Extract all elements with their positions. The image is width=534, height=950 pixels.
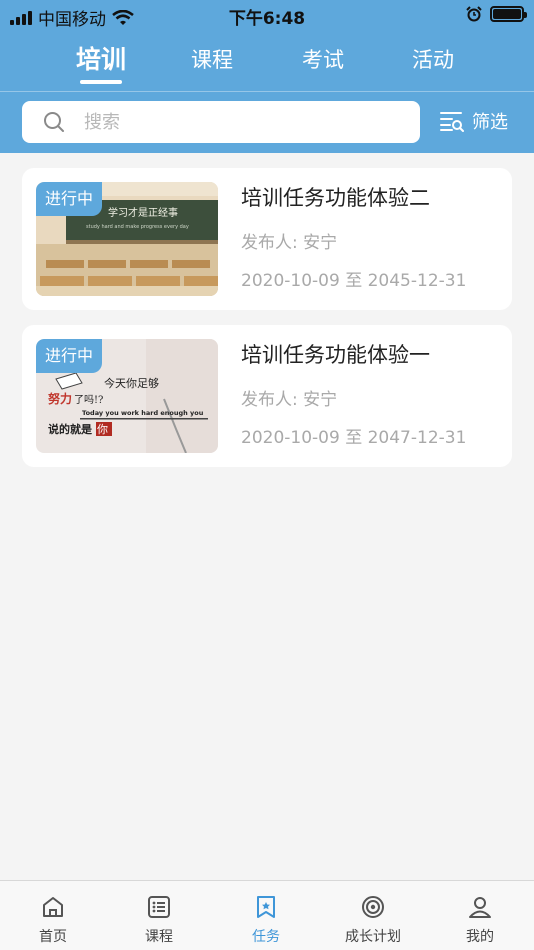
profile-icon — [469, 897, 491, 918]
tabbar-label: 任务 — [252, 929, 280, 945]
card-title: 培训任务功能体验一 — [241, 343, 430, 367]
tabbar-label: 我的 — [466, 929, 494, 945]
filter-button[interactable]: 筛选 — [440, 108, 508, 134]
tabbar-course[interactable]: 课程 — [106, 881, 212, 950]
tab-activity[interactable]: 活动 — [378, 40, 488, 80]
tab-course[interactable]: 课程 — [157, 40, 267, 80]
search-icon — [44, 112, 64, 132]
svg-text:Today you work hard enough you: Today you work hard enough you — [82, 409, 204, 417]
tab-training[interactable]: 培训 — [46, 40, 156, 84]
card-dates: 2020-10-09 至 2045-12-31 — [241, 271, 467, 291]
svg-text:努力: 努力 — [48, 391, 72, 406]
svg-text:你: 你 — [97, 423, 108, 436]
card-publisher: 发布人: 安宁 — [241, 233, 338, 253]
divider — [0, 91, 534, 92]
tabbar-profile[interactable]: 我的 — [427, 881, 533, 950]
training-thumbnail: 学习才是正经事 study hard and make progress eve… — [36, 182, 218, 296]
svg-text:了吗!?: 了吗!? — [74, 394, 103, 406]
tabbar-label: 成长计划 — [345, 929, 401, 945]
tab-label: 活动 — [412, 48, 454, 72]
header: 中国移动 下午6:48 培训 课程 考试 活动 搜索 筛选 — [0, 0, 534, 153]
alarm-icon — [466, 6, 482, 22]
svg-text:study hard and make progress e: study hard and make progress every day — [86, 224, 189, 230]
filter-icon — [440, 112, 464, 132]
tabbar-task[interactable]: 任务 — [213, 881, 319, 950]
search-input[interactable] — [84, 111, 384, 133]
tab-label: 考试 — [302, 48, 344, 72]
clock: 下午6:48 — [228, 9, 306, 29]
training-card[interactable]: 今天你足够 努力 了吗!? Today you work hard enough… — [22, 325, 512, 467]
tabbar-label: 课程 — [145, 929, 173, 945]
task-bookmark-icon — [257, 896, 275, 918]
course-list-icon — [148, 896, 170, 918]
search-box[interactable] — [22, 101, 420, 143]
svg-text:学习才是正经事: 学习才是正经事 — [108, 206, 178, 219]
status-badge: 进行中 — [36, 339, 103, 373]
tabbar-growth-plan[interactable]: 成长计划 — [320, 881, 426, 950]
training-card[interactable]: 学习才是正经事 study hard and make progress eve… — [22, 168, 512, 310]
tab-label: 课程 — [191, 48, 233, 72]
card-publisher: 发布人: 安宁 — [241, 390, 338, 410]
tab-label: 培训 — [75, 45, 126, 74]
card-dates: 2020-10-09 至 2047-12-31 — [241, 428, 467, 448]
status-badge: 进行中 — [36, 182, 103, 216]
tabbar-label: 首页 — [39, 929, 67, 945]
battery-icon — [490, 6, 527, 22]
tab-exam[interactable]: 考试 — [268, 40, 378, 80]
card-title: 培训任务功能体验二 — [241, 186, 430, 210]
svg-text:说的就是: 说的就是 — [48, 422, 93, 436]
training-thumbnail: 今天你足够 努力 了吗!? Today you work hard enough… — [36, 339, 218, 453]
target-icon — [362, 896, 384, 918]
active-tab-indicator — [80, 80, 122, 84]
status-bar: 中国移动 下午6:48 — [0, 0, 534, 30]
bottom-tabbar: 首页 课程 任务 成长计划 我的 — [0, 880, 534, 950]
filter-label: 筛选 — [472, 112, 508, 133]
tabbar-home[interactable]: 首页 — [0, 881, 106, 950]
top-tabs: 培训 课程 考试 活动 — [0, 40, 534, 90]
svg-text:今天你足够: 今天你足够 — [104, 376, 159, 390]
home-icon — [43, 897, 63, 917]
